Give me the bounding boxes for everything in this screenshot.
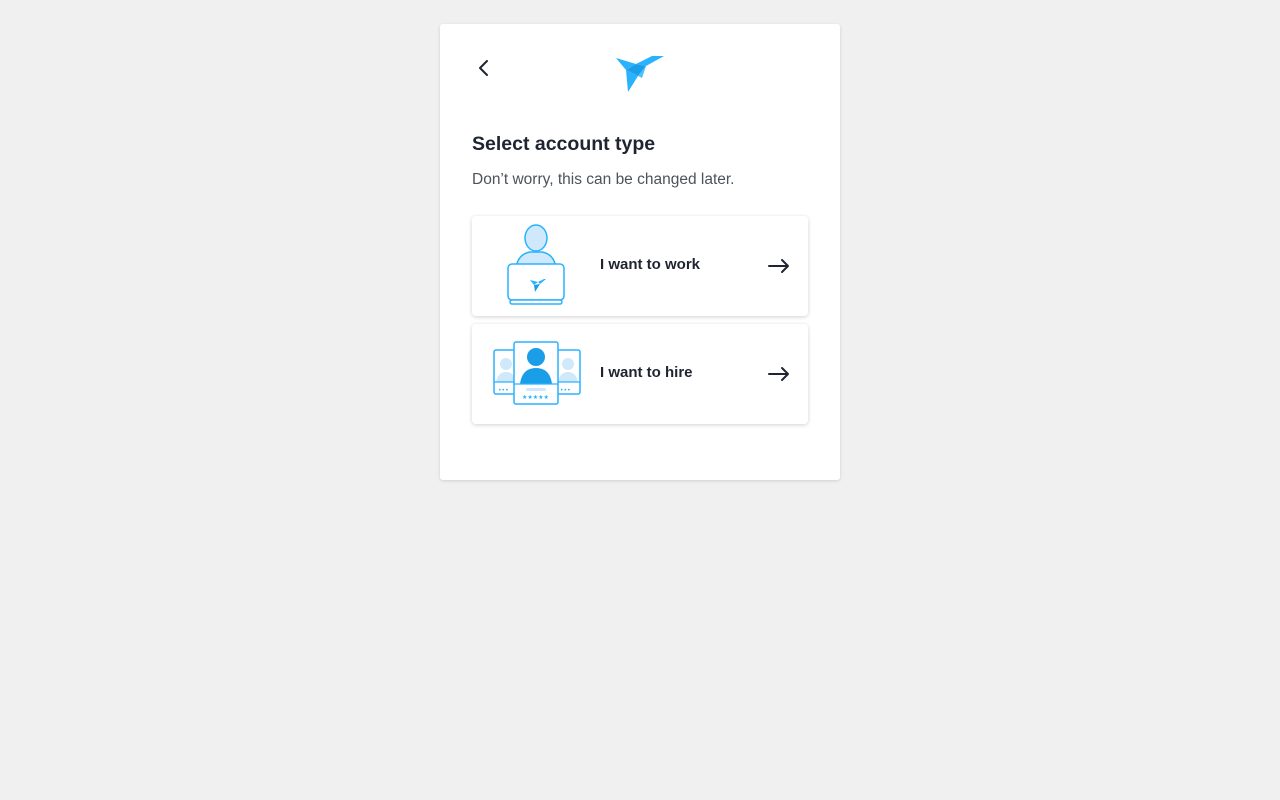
freelancer-laptop-icon (507, 224, 565, 305)
hire-option-label: I want to hire (600, 364, 693, 381)
work-option-card[interactable]: I want to work (472, 216, 808, 316)
page-subtitle: Don’t worry, this can be changed later. (472, 171, 735, 188)
chevron-left-icon (479, 60, 488, 76)
back-button[interactable] (470, 54, 498, 82)
hire-option-card[interactable]: ••• ••• ★★★★★ I want to hire (472, 324, 808, 424)
work-option-label: I want to work (600, 256, 701, 273)
account-type-card: Select account type Don’t worry, this ca… (440, 24, 840, 480)
svg-text:•••: ••• (560, 387, 571, 394)
candidate-profiles-icon: ••• ••• ★★★★★ (493, 341, 581, 405)
svg-text:•••: ••• (498, 387, 509, 394)
arrow-right-icon (768, 367, 789, 381)
svg-text:★★★★★: ★★★★★ (522, 394, 549, 401)
bird-logo-icon (616, 56, 664, 92)
arrow-right-icon (768, 259, 789, 273)
page-title: Select account type (472, 133, 656, 155)
